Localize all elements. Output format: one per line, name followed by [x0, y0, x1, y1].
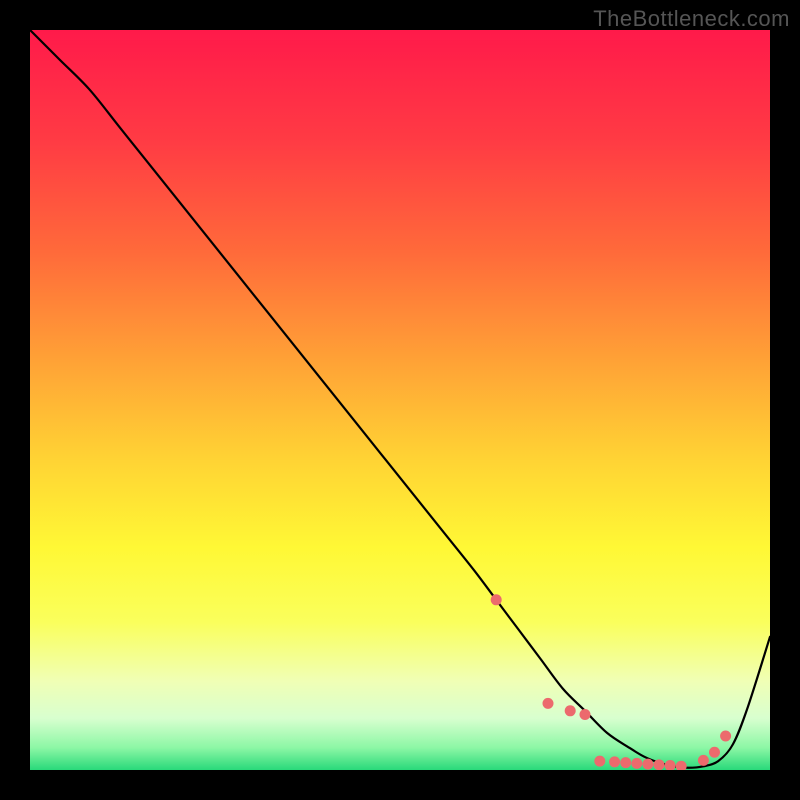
highlight-marker — [491, 594, 502, 605]
watermark-text: TheBottleneck.com — [593, 6, 790, 32]
highlight-marker — [698, 755, 709, 766]
chart-svg — [30, 30, 770, 770]
highlight-marker — [565, 705, 576, 716]
highlight-marker — [594, 756, 605, 767]
highlight-marker — [620, 757, 631, 768]
chart-background — [30, 30, 770, 770]
chart-container — [30, 30, 770, 770]
highlight-marker — [720, 730, 731, 741]
highlight-marker — [580, 709, 591, 720]
highlight-marker — [631, 758, 642, 769]
highlight-marker — [609, 756, 620, 767]
highlight-marker — [642, 759, 653, 770]
highlight-marker — [654, 759, 665, 770]
highlight-marker — [543, 698, 554, 709]
highlight-marker — [709, 747, 720, 758]
